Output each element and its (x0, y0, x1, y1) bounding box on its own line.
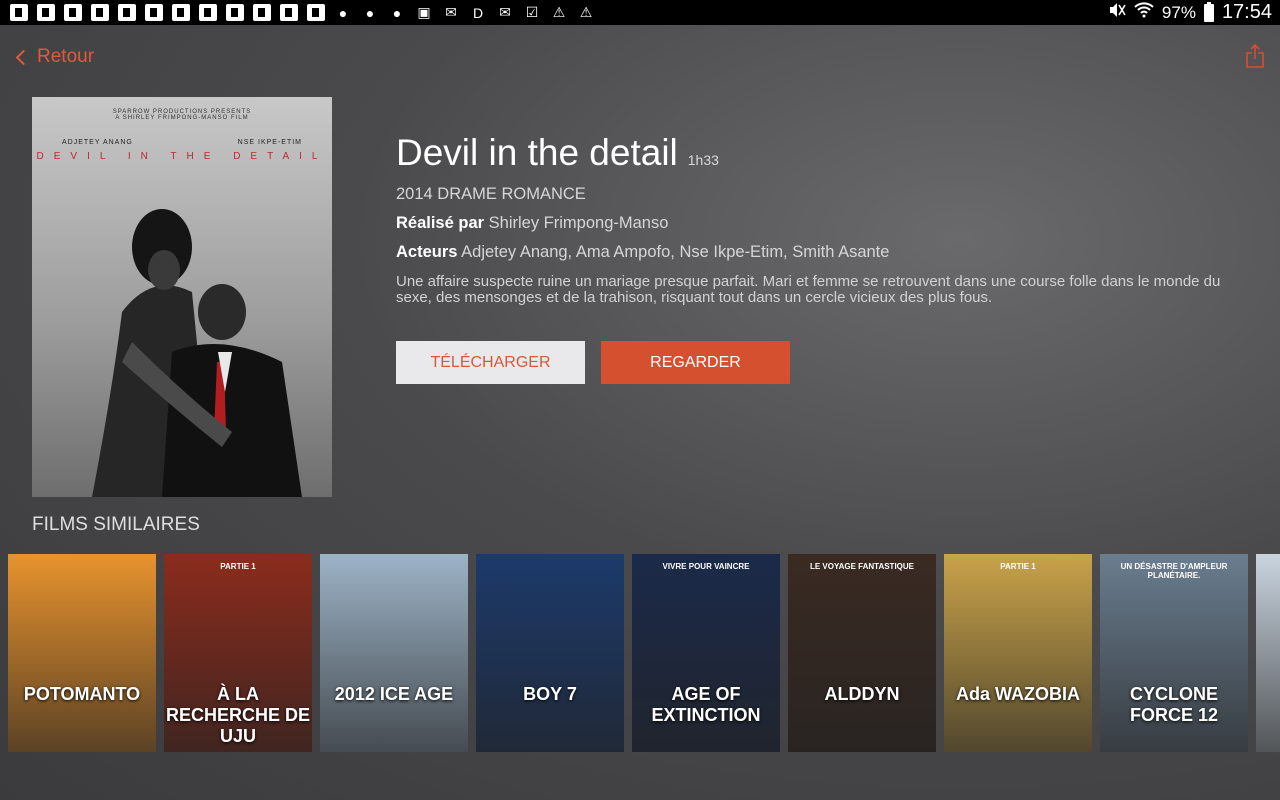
notification-icon (307, 4, 325, 21)
keyhole-icon: ● (392, 4, 402, 21)
d-icon: D (472, 4, 484, 21)
mute-icon (1108, 2, 1126, 23)
movie-description: Une affaire suspecte ruine un mariage pr… (396, 273, 1221, 306)
similar-film-title: ALDDYN (824, 684, 900, 704)
director-name: Shirley Frimpong-Manso (488, 214, 669, 232)
similar-film-tile[interactable]: PARTIE 1 Ada WAZOBIA (944, 554, 1092, 752)
notification-icon (37, 4, 55, 21)
similar-film-tile[interactable]: POTOMANTO (8, 554, 156, 752)
download-button[interactable]: TÉLÉCHARGER (396, 341, 585, 384)
poster-couple-image (92, 209, 302, 497)
image-icon: ▣ (417, 4, 431, 20)
similar-film-tile[interactable]: 2012 ICE AGE (320, 554, 468, 752)
clock: 17:54 (1221, 1, 1272, 23)
similar-film-tile[interactable]: UN DÉSASTRE D'AMPLEUR PLANÉTAIRE. CYCLONE… (1100, 554, 1248, 752)
status-bar: ● ● ● ▣ ✉ D ✉ ☑ ⚠ ⚠ 97% 17:54 (0, 0, 1280, 25)
notification-icon (91, 4, 109, 21)
notification-icon (10, 4, 28, 21)
back-label: Retour (37, 46, 95, 67)
wifi-icon (1134, 2, 1154, 23)
similar-film-title: AGE OF EXTINCTION (651, 684, 761, 725)
actors-label: Acteurs (396, 243, 458, 261)
share-icon (1246, 43, 1264, 68)
poster-title: DEVIL IN THE DETAIL (36, 151, 328, 162)
similar-film-title: BOY 7 (523, 684, 577, 704)
keyhole-icon: ● (365, 4, 375, 21)
battery-percent: 97% (1161, 2, 1196, 22)
notification-icon (172, 4, 190, 21)
similar-film-tile[interactable]: PARTIE 1 À LA RECHERCHE DE UJU (164, 554, 312, 752)
similar-film-title: À LA RECHERCHE DE UJU (165, 684, 311, 746)
poster-actor-left: ADJETEY ANANG (62, 139, 133, 146)
notification-icon (280, 4, 298, 21)
notification-icon (199, 4, 217, 21)
similar-film-title: 2012 ICE AGE (334, 684, 454, 704)
chevron-left-icon (15, 49, 32, 65)
movie-year-genres: 2014 DRAME ROMANCE (396, 185, 586, 203)
similar-film-subtitle: PARTIE 1 (1000, 562, 1036, 571)
mail-icon: ✉ (445, 4, 457, 20)
actors-names: Adjetey Anang, Ama Ampofo, Nse Ikpe-Etim… (461, 243, 890, 261)
movie-actors: Acteurs Adjetey Anang, Ama Ampofo, Nse I… (396, 243, 889, 262)
similar-film-title: CYCLONE FORCE 12 (1129, 684, 1219, 725)
notification-icon (118, 4, 136, 21)
movie-duration: 1h33 (687, 152, 719, 168)
similar-film-tile[interactable]: VIVRE POUR VAINCRE AGE OF EXTINCTION (632, 554, 780, 752)
battery-icon (1203, 1, 1214, 22)
poster-actor-right: NSE IKPE-ETIM (237, 139, 302, 146)
notification-icon (226, 4, 244, 21)
movie-title: Devil in the detail (396, 132, 678, 173)
mail-icon: ✉ (499, 4, 511, 20)
notification-icon (145, 4, 163, 21)
similar-film-tile[interactable] (1256, 554, 1280, 752)
movie-poster: SPARROW PRODUCTIONS PRESENTS A SHIRLEY F… (32, 97, 332, 497)
similar-film-tile[interactable]: BOY 7 (476, 554, 624, 752)
similar-film-subtitle: UN DÉSASTRE D'AMPLEUR PLANÉTAIRE. (1120, 562, 1228, 580)
back-button[interactable]: Retour (14, 46, 94, 68)
watch-button[interactable]: REGARDER (601, 341, 790, 384)
similar-film-subtitle: PARTIE 1 (220, 562, 256, 571)
poster-production: SPARROW PRODUCTIONS PRESENTS A SHIRLEY F… (112, 109, 252, 121)
warning-icon: ⚠ (579, 4, 593, 20)
clipboard-check-icon: ☑ (525, 4, 539, 20)
notification-icon (253, 4, 271, 21)
similar-films-title: FILMS SIMILAIRES (32, 514, 200, 535)
warning-icon: ⚠ (552, 4, 566, 20)
share-button[interactable] (1246, 43, 1264, 68)
keyhole-icon: ● (338, 4, 348, 21)
similar-film-title: POTOMANTO (23, 684, 141, 704)
similar-film-tile[interactable]: LE VOYAGE FANTASTIQUE ALDDYN (788, 554, 936, 752)
director-label: Réalisé par (396, 214, 485, 232)
notification-icons: ● ● ● ▣ ✉ D ✉ ☑ ⚠ ⚠ (10, 4, 595, 21)
similar-film-title: Ada WAZOBIA (956, 684, 1080, 704)
similar-film-subtitle: VIVRE POUR VAINCRE (662, 562, 750, 571)
similar-films-list[interactable]: POTOMANTO PARTIE 1 À LA RECHERCHE DE UJU 20… (8, 554, 1280, 752)
similar-film-subtitle: LE VOYAGE FANTASTIQUE (809, 562, 914, 571)
notification-icon (64, 4, 82, 21)
movie-director: Réalisé par Shirley Frimpong-Manso (396, 214, 668, 233)
